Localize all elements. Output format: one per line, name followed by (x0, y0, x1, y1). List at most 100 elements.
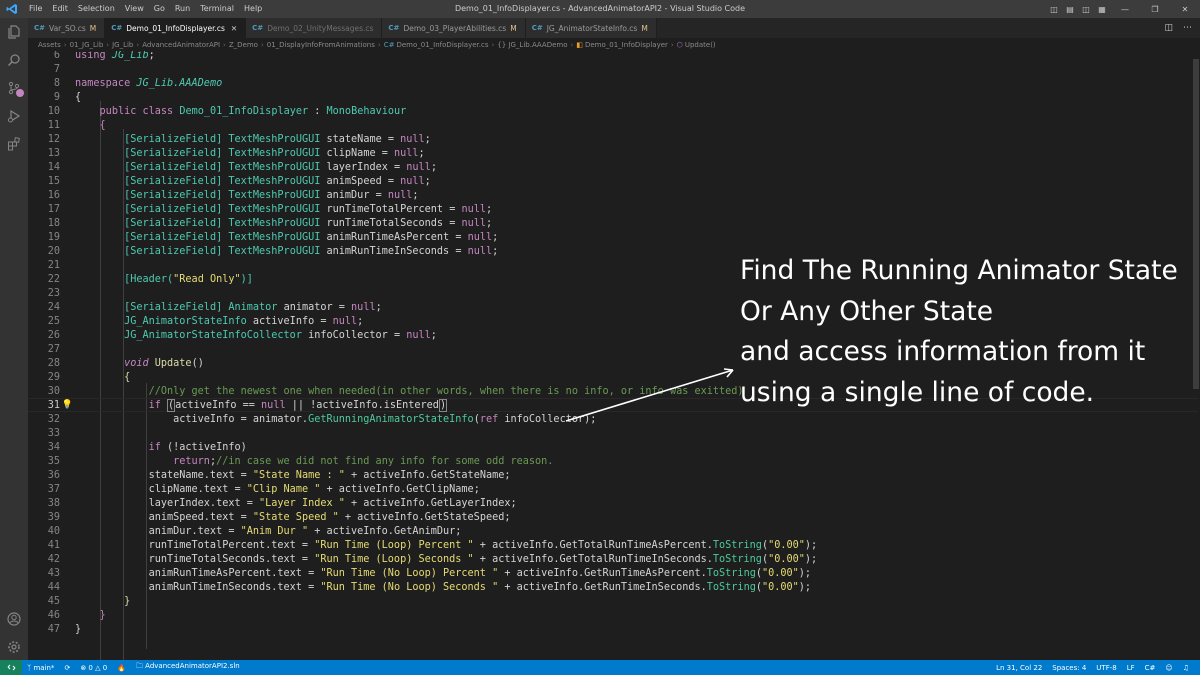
breadcrumb: Assets › 01_JG_Lib › JG_Lib › AdvancedAnima… (28, 38, 1200, 51)
tab-label: JG_AnimatorStateInfo.cs (546, 23, 638, 33)
minimize-button[interactable]: — (1110, 5, 1140, 14)
folder-icon: 🗀 (135, 662, 143, 670)
code-line: 36 stateName.text = "State Name : " + ac… (47, 469, 511, 481)
code-line: 8 namespace JG_Lib.AAADemo (53, 77, 223, 89)
run-debug-icon[interactable] (0, 105, 28, 127)
code-line: 47} (47, 623, 82, 635)
branch-icon: ᛉ (27, 663, 32, 672)
settings-gear-icon[interactable] (0, 636, 28, 658)
tab-demo-01-infodisplayer[interactable]: C# Demo_01_InfoDisplayer.cs ✕ (105, 18, 247, 38)
remote-indicator[interactable] (0, 660, 22, 675)
csharp-file-icon: C# (111, 24, 123, 32)
sync-icon[interactable]: ⟳ (59, 664, 75, 672)
code-line: 17 [SerializeField] TextMeshProUGUI runT… (47, 203, 493, 215)
code-line: 42 runTimeTotalSeconds.text = "Run Time … (47, 553, 818, 565)
breadcrumb-item[interactable]: {} JG_Lib.AAADemo (497, 41, 567, 49)
menu-bar: File Edit Selection View Go Run Terminal… (24, 0, 267, 18)
breadcrumb-item[interactable]: Z_Demo (229, 41, 258, 49)
tab-demo-02-unitymessages[interactable]: C# Demo_02_UnityMessages.cs (246, 18, 383, 38)
restore-button[interactable]: ❐ (1140, 5, 1170, 14)
modified-indicator: M (641, 23, 648, 33)
code-line: 34 if (!activeInfo) (47, 441, 247, 453)
code-line: 12 [SerializeField] TextMeshProUGUI stat… (47, 133, 431, 145)
modified-indicator: M (89, 23, 97, 33)
search-icon[interactable] (0, 49, 28, 71)
feedback-icon[interactable]: ☺ (1160, 664, 1177, 672)
breadcrumb-item[interactable]: JG_Lib (112, 41, 133, 49)
customize-layout-icon[interactable]: ▦ (1094, 5, 1110, 14)
breadcrumb-item[interactable]: Update() (685, 41, 716, 49)
tab-var-so[interactable]: C# Var_SO.cs M (28, 18, 106, 38)
code-line: 11 { (47, 119, 106, 131)
language-mode[interactable]: C# (1140, 664, 1161, 672)
window-controls: ◫ ▤ ◫ ▦ — ❐ ✕ (1046, 0, 1200, 18)
lightbulb-icon[interactable]: 💡 (60, 400, 75, 410)
menu-go[interactable]: Go (149, 0, 170, 18)
breadcrumb-item[interactable]: Demo_01_InfoDisplayer.cs (396, 41, 488, 49)
code-line: 15 [SerializeField] TextMeshProUGUI anim… (47, 175, 431, 187)
csharp-file-icon: C# (34, 24, 46, 32)
vscode-logo-icon (0, 0, 24, 18)
breadcrumb-item[interactable]: Assets (38, 41, 61, 49)
indentation[interactable]: Spaces: 4 (1047, 664, 1091, 672)
source-control-badge (16, 89, 24, 97)
code-line: 7 (53, 63, 60, 75)
tab-demo-03-playerabilities[interactable]: C# Demo_03_PlayerAbilities.cs M (382, 18, 526, 38)
class-symbol-icon: ◧ (576, 40, 583, 49)
tab-jg-animatorstateinfo[interactable]: C# JG_AnimatorStateInfo.cs M (525, 18, 657, 38)
annotation-line: using a single line of code. (740, 376, 1095, 408)
tab-label: Var_SO.cs (49, 23, 86, 33)
menu-selection[interactable]: Selection (73, 0, 120, 18)
end-of-line[interactable]: LF (1122, 664, 1140, 672)
explorer-icon[interactable] (0, 21, 28, 43)
menu-view[interactable]: View (120, 0, 149, 18)
menu-run[interactable]: Run (170, 0, 195, 18)
breadcrumb-item[interactable]: Demo_01_InfoDisplayer (585, 41, 668, 49)
menu-edit[interactable]: Edit (47, 0, 73, 18)
tab-actions: ◫ ⋯ (1164, 18, 1192, 38)
code-line: 44 animRunTimeInSeconds.text = "Run Time… (47, 581, 812, 593)
code-line: 46 } (47, 609, 106, 621)
annotation-line: Or Any Other State (740, 295, 994, 327)
toggle-sidebar-icon[interactable]: ◫ (1046, 5, 1062, 14)
code-line: 18 [SerializeField] TextMeshProUGUI runT… (47, 217, 493, 229)
source-control-icon[interactable] (0, 77, 28, 99)
code-line: 13 [SerializeField] TextMeshProUGUI clip… (47, 147, 425, 159)
breadcrumb-item[interactable]: AdvancedAnimatorAPI (142, 41, 220, 49)
breadcrumb-item[interactable]: 01_JG_Lib (70, 41, 104, 49)
code-line: 35 return;//in case we did not find any … (47, 455, 554, 467)
status-bar: ᛉ main* ⟳ ⊗ 0 △ 0 🔥 🗀 AdvancedAnimatorAP… (0, 660, 1200, 675)
git-branch[interactable]: ᛉ main* (22, 664, 59, 672)
account-icon[interactable] (0, 608, 28, 630)
menu-help[interactable]: Help (239, 0, 267, 18)
more-actions-icon[interactable]: ⋯ (1183, 23, 1192, 33)
tab-label: Demo_01_InfoDisplayer.cs (126, 23, 225, 33)
annotation-text: Find The Running Animator State Or Any O… (740, 251, 1200, 413)
toggle-panel-icon[interactable]: ▤ (1062, 5, 1078, 14)
split-editor-icon[interactable]: ◫ (1164, 23, 1173, 33)
code-line: 37 clipName.text = "Clip Name " + active… (47, 483, 480, 495)
extensions-icon[interactable] (0, 133, 28, 155)
menu-terminal[interactable]: Terminal (195, 0, 239, 18)
activity-bar (0, 18, 28, 660)
menu-file[interactable]: File (24, 0, 47, 18)
encoding[interactable]: UTF-8 (1091, 664, 1121, 672)
code-line: 45 } (47, 595, 131, 607)
code-line: 41 runTimeTotalPercent.text = "Run Time … (47, 539, 818, 551)
csharp-file-icon: C# (383, 40, 395, 49)
notifications-bell-icon[interactable]: ♫ (1178, 664, 1194, 672)
flame-icon[interactable]: 🔥 (112, 664, 131, 672)
toggle-secondary-sidebar-icon[interactable]: ◫ (1078, 5, 1094, 14)
code-line: 32 activeInfo = animator.GetRunningAnima… (47, 413, 597, 425)
breadcrumb-item[interactable]: 01_DisplayInfoFromAnimations (267, 41, 375, 49)
solution-indicator[interactable]: 🗀 AdvancedAnimatorAPI2.sln (131, 662, 245, 673)
tab-label: Demo_03_PlayerAbilities.cs (403, 23, 507, 33)
close-tab-icon[interactable]: ✕ (231, 24, 237, 33)
problems-indicator[interactable]: ⊗ 0 △ 0 (75, 664, 112, 672)
cursor-position[interactable]: Ln 31, Col 22 (991, 664, 1047, 672)
csharp-file-icon: C# (252, 24, 264, 32)
warning-icon: △ (95, 663, 101, 672)
code-line: 38 layerIndex.text = "Layer Index " + ac… (47, 497, 517, 509)
csharp-file-icon: C# (531, 24, 543, 32)
close-window-button[interactable]: ✕ (1170, 5, 1200, 14)
